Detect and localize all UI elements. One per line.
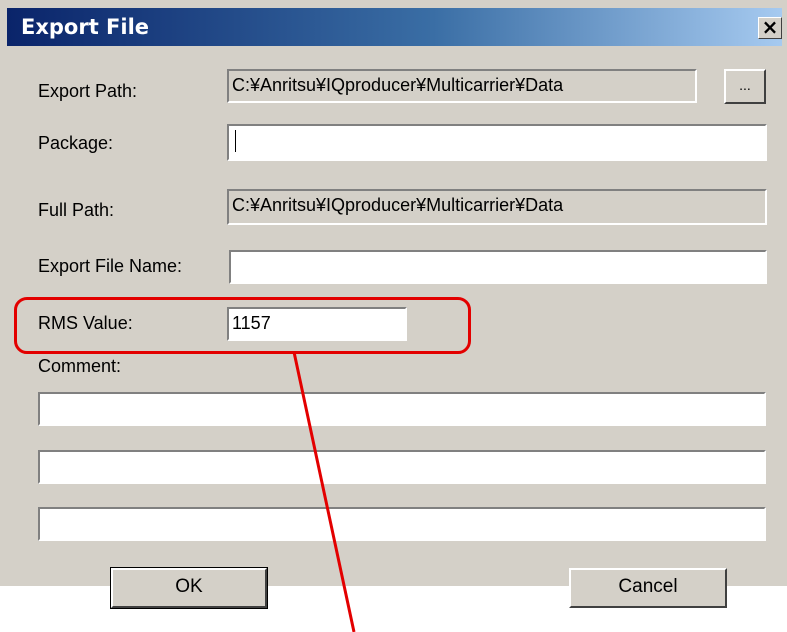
annotation-arrow [292,351,356,632]
annotation-arrow-line [292,351,356,632]
